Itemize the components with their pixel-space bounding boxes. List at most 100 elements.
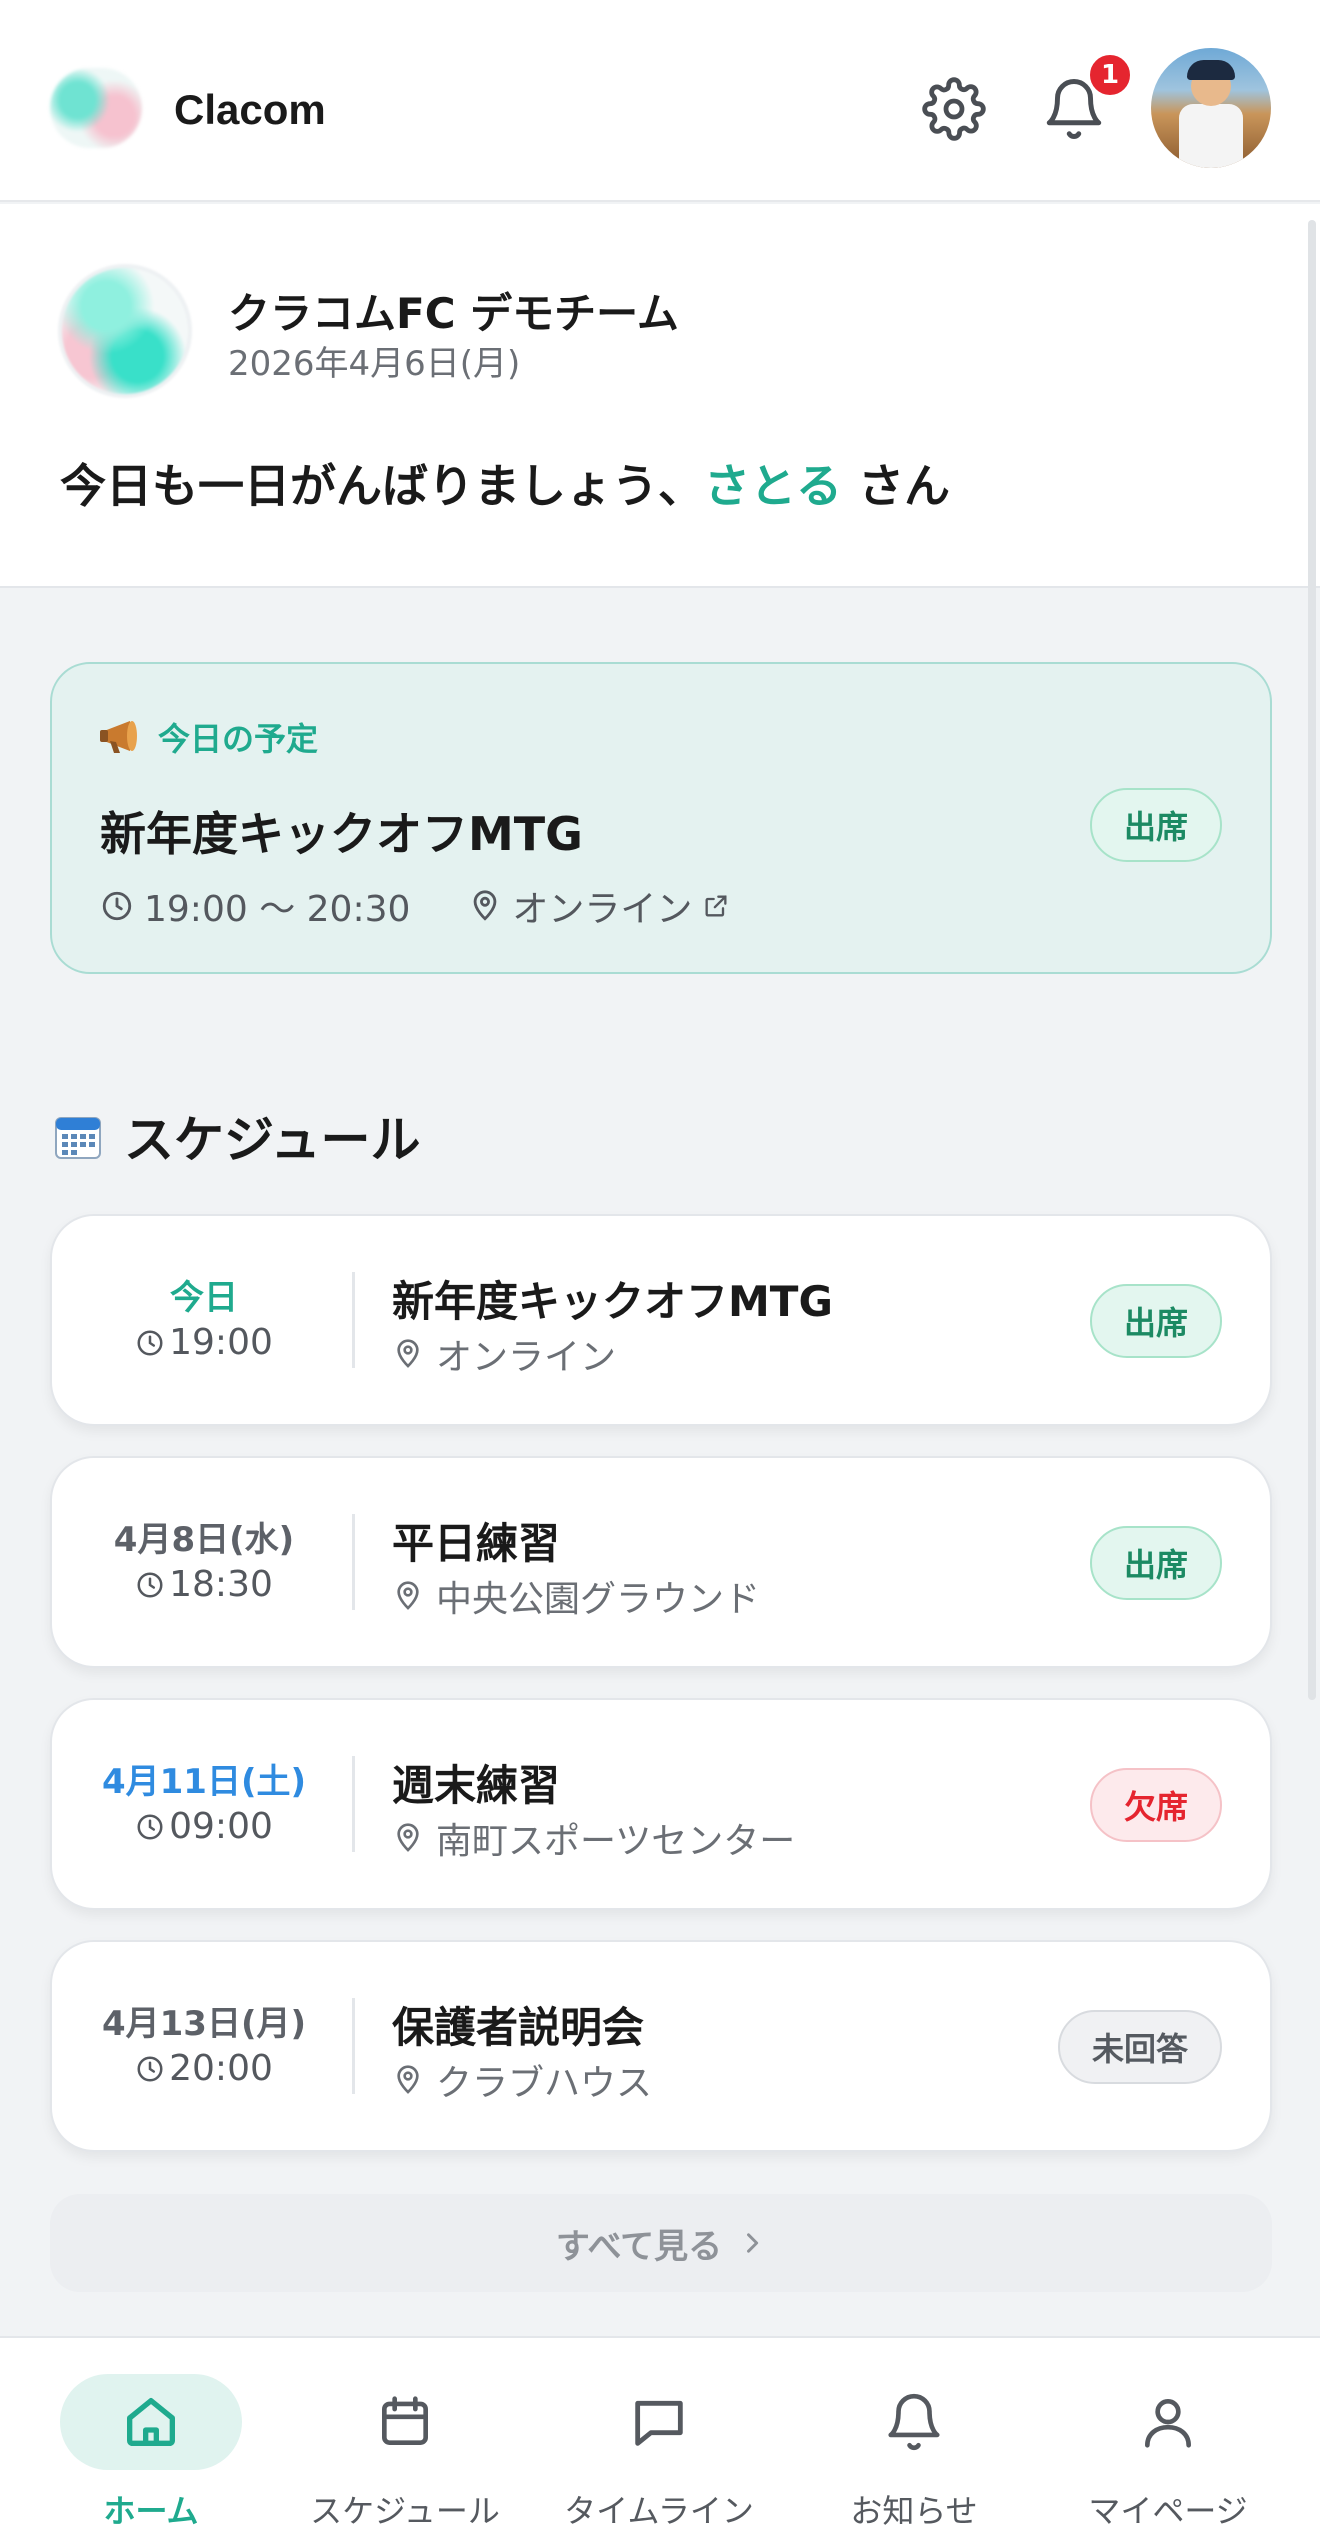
schedule-item[interactable]: 4月13日(月) 20:00 保護者説明会 クラブハウス 未回答	[50, 1940, 1272, 2152]
app-name: Clacom	[174, 86, 326, 133]
chat-icon	[635, 2400, 683, 2446]
today-status-badge[interactable]: 出席	[1089, 788, 1222, 862]
schedule-time: 09:00	[169, 1806, 273, 1847]
schedule-title: 保護者説明会	[392, 2003, 645, 2052]
chevron-right-icon	[747, 2233, 759, 2253]
schedule-list: 今日 19:00 新年度キックオフMTG オンライン 出席 4月8日(水) 18…	[50, 1214, 1272, 2182]
schedule-title: 週末練習	[392, 1761, 561, 1810]
schedule-title: 新年度キックオフMTG	[392, 1277, 833, 1326]
app-logo[interactable]	[50, 68, 142, 148]
nav-item-home[interactable]: ホーム	[19, 2338, 283, 2530]
schedule-date: 4月11日(土)	[101, 1762, 307, 1802]
nav-icon-wrap	[1077, 2374, 1259, 2470]
greeting-prefix: 今日も一日がんばりましょう、	[60, 459, 704, 513]
divider	[352, 1756, 355, 1852]
location-pin-icon	[397, 1823, 419, 1852]
greeting: 今日も一日がんばりましょう、さとる さん	[60, 450, 950, 516]
divider	[352, 1514, 355, 1610]
today-label: 今日の予定	[100, 714, 318, 760]
schedule-place-row: 南町スポーツセンター	[392, 1812, 795, 1864]
greeting-suffix: さん	[842, 459, 951, 513]
schedule-place-row: 中央公園グラウンド	[392, 1570, 760, 1622]
schedule-place: 南町スポーツセンター	[436, 1821, 796, 1862]
external-link-icon[interactable]	[702, 892, 730, 920]
clock-icon	[137, 1572, 163, 1597]
attendance-badge[interactable]: 出席	[1089, 1526, 1222, 1600]
schedule-title-text: スケジュール	[124, 1111, 421, 1169]
top-bar: Clacom 1	[0, 0, 1320, 202]
nav-icon-wrap	[314, 2374, 496, 2470]
team-header: クラコムFC デモチーム 2026年4月6日(月) 今日も一日がんばりましょう、…	[0, 204, 1320, 588]
today-event-location[interactable]: オンライン	[512, 880, 692, 932]
schedule-item[interactable]: 4月8日(水) 18:30 平日練習 中央公園グラウンド 出席	[50, 1456, 1272, 1668]
nav-label: マイページ	[1088, 2492, 1248, 2530]
schedule-date: 4月13日(月)	[101, 2004, 307, 2044]
today-label-text: 今日の予定	[158, 720, 319, 758]
location-pin-icon	[474, 890, 497, 921]
schedule-time-row: 18:30	[52, 1564, 356, 1605]
megaphone-icon	[100, 721, 137, 753]
schedule-place-row: クラブハウス	[392, 2054, 652, 2106]
schedule-date-column: 今日 19:00	[52, 1216, 356, 1424]
see-all-label: すべて見る	[555, 2226, 723, 2267]
user-icon	[1145, 2399, 1191, 2448]
nav-icon-wrap	[568, 2374, 750, 2470]
schedule-item[interactable]: 今日 19:00 新年度キックオフMTG オンライン 出席	[50, 1214, 1272, 1426]
location-pin-icon	[397, 2065, 419, 2094]
divider	[352, 1998, 355, 2094]
nav-item-mypage[interactable]: マイページ	[1036, 2338, 1300, 2530]
attendance-badge[interactable]: 未回答	[1057, 2010, 1222, 2084]
schedule-place-row: オンライン	[392, 1328, 616, 1380]
clock-icon	[137, 1330, 163, 1355]
nav-label: スケジュール	[310, 2492, 500, 2530]
avatar-shirt	[1179, 104, 1243, 168]
schedule-date: 4月8日(水)	[113, 1520, 295, 1560]
schedule-date-column: 4月8日(水) 18:30	[52, 1458, 356, 1666]
schedule-item[interactable]: 4月11日(土) 09:00 週末練習 南町スポーツセンター 欠席	[50, 1698, 1272, 1910]
settings-button[interactable]	[919, 74, 989, 144]
schedule-title: 平日練習	[392, 1519, 561, 1568]
nav-item-schedule[interactable]: スケジュール	[273, 2338, 537, 2530]
team-name: クラコムFC デモチーム	[228, 289, 679, 338]
schedule-date-column: 4月11日(土) 09:00	[52, 1700, 356, 1908]
schedule-section-title: スケジュール	[54, 1100, 421, 1172]
nav-label: タイムライン	[564, 2492, 754, 2530]
schedule-place: オンライン	[436, 1337, 617, 1378]
team-logo	[58, 264, 192, 398]
today-event-title: 新年度キックオフMTG	[100, 807, 583, 861]
attendance-badge[interactable]: 欠席	[1089, 1768, 1222, 1842]
schedule-time: 20:00	[169, 2048, 273, 2089]
clock-icon	[137, 1814, 163, 1839]
clock-icon	[102, 891, 132, 921]
today-event-time: 19:00 〜 20:30	[144, 889, 411, 930]
schedule-date: 今日	[170, 1278, 238, 1318]
nav-icon-wrap	[60, 2374, 242, 2470]
scrollbar[interactable]	[1308, 220, 1316, 1700]
schedule-time-row: 09:00	[52, 1806, 356, 1847]
bottom-nav: ホーム スケジュール タイムライン お知らせ マイページ	[0, 2336, 1320, 2530]
bell-icon	[888, 2393, 940, 2451]
nav-label: お知らせ	[850, 2492, 978, 2530]
calendar-emoji-icon	[55, 1117, 101, 1159]
home-icon	[126, 2398, 175, 2446]
see-all-button[interactable]: すべて見る	[50, 2194, 1272, 2292]
today-event-card[interactable]: 今日の予定 新年度キックオフMTG 19:00 〜 20:30 オンライン 出席	[50, 662, 1272, 974]
nav-icon-wrap	[823, 2374, 1005, 2470]
attendance-badge[interactable]: 出席	[1089, 1284, 1222, 1358]
nav-item-timeline[interactable]: タイムライン	[527, 2338, 791, 2530]
schedule-place: クラブハウス	[436, 2063, 653, 2104]
location-pin-icon	[397, 1581, 419, 1610]
gear-icon	[922, 77, 986, 141]
schedule-time: 19:00	[169, 1322, 273, 1363]
avatar-cap	[1187, 60, 1235, 80]
schedule-time-row: 19:00	[52, 1322, 356, 1363]
home-screen: Clacom 1 クラコムFC デモチーム 2026年4月6日(月) 今日も一日…	[0, 0, 1320, 2530]
schedule-date-column: 4月13日(月) 20:00	[52, 1942, 356, 2150]
today-event-meta: 19:00 〜 20:30 オンライン	[100, 880, 730, 932]
notification-badge: 1	[1087, 52, 1133, 98]
nav-item-notices[interactable]: お知らせ	[782, 2338, 1046, 2530]
avatar[interactable]	[1151, 48, 1271, 168]
location-pin-icon	[397, 1339, 419, 1368]
schedule-time-row: 20:00	[52, 2048, 356, 2089]
schedule-place: 中央公園グラウンド	[436, 1579, 761, 1620]
